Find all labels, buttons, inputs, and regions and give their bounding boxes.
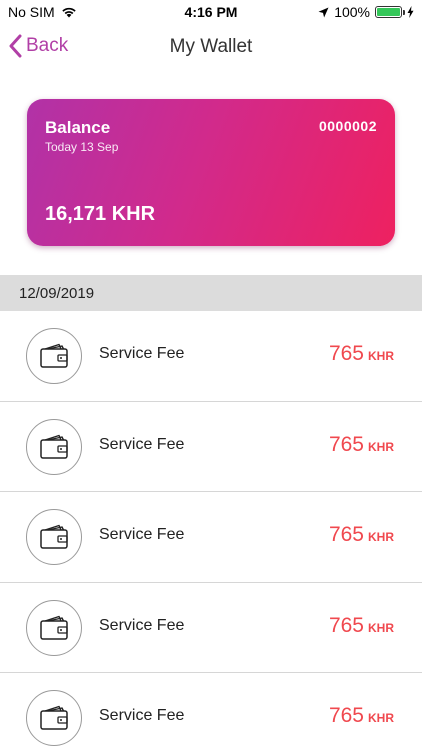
balance-card[interactable]: Balance Today 13 Sep 0000002 16,171 KHR: [27, 99, 395, 246]
wallet-number: 0000002: [318, 118, 377, 134]
carrier-label: No SIM: [8, 4, 55, 20]
transaction-currency: KHR: [368, 439, 394, 454]
wallet-icon: [26, 599, 82, 656]
balance-title: Balance: [45, 118, 111, 137]
battery-percent: 100%: [334, 4, 370, 20]
page-title: My Wallet: [169, 36, 253, 57]
wifi-icon: [61, 7, 76, 18]
transaction-row[interactable]: Service Fee 765 KHR: [0, 311, 422, 402]
transaction-currency: KHR: [368, 620, 394, 635]
transaction-label: Service Fee: [99, 707, 185, 724]
transaction-row[interactable]: Service Fee 765 KHR: [0, 583, 422, 673]
balance-date: Today 13 Sep: [45, 140, 119, 154]
transaction-value: 765: [328, 704, 364, 727]
transaction-label: Service Fee: [99, 526, 185, 543]
transaction-label: Service Fee: [99, 435, 185, 453]
date-section-label: 12/09/2019: [19, 284, 95, 302]
wallet-icon: [26, 690, 82, 746]
transaction-amount: 765 KHR: [329, 614, 394, 638]
wallet-icon: [26, 418, 82, 475]
date-section-header: 12/09/2019: [0, 275, 422, 311]
transaction-currency: KHR: [368, 530, 394, 544]
battery-level: [377, 8, 400, 16]
transaction-currency: KHR: [368, 711, 394, 725]
transaction-list: Service Fee 765 KHR Service Fee 765 KHR Servic…: [0, 311, 422, 750]
status-right: 100%: [318, 4, 414, 20]
transaction-value: 765: [328, 523, 364, 546]
transaction-currency: KHR: [368, 349, 394, 363]
transaction-label: Service Fee: [99, 616, 185, 634]
transaction-amount: 765 KHR: [329, 433, 394, 457]
status-left: No SIM: [8, 4, 77, 20]
balance-amount: 16,171 KHR: [45, 203, 156, 225]
battery-icon: [375, 6, 405, 18]
wallet-screen: No SIM 4:16 PM 100% Back My Wallet Balan…: [0, 0, 422, 750]
charging-icon: [407, 6, 414, 18]
transaction-value: 765: [328, 432, 364, 456]
transaction-row[interactable]: Service Fee 765 KHR: [0, 402, 422, 492]
transaction-row[interactable]: Service Fee 765 KHR: [0, 492, 422, 583]
navigation-bar: Back My Wallet: [0, 24, 422, 72]
transaction-amount: 765 KHR: [329, 523, 394, 547]
wallet-icon: [26, 328, 82, 384]
location-arrow-icon: [318, 7, 329, 17]
transaction-value: 765: [328, 613, 364, 637]
transaction-amount: 765 KHR: [329, 342, 394, 366]
transaction-amount: 765 KHR: [329, 704, 394, 728]
transaction-row[interactable]: Service Fee 765 KHR: [0, 673, 422, 750]
transaction-value: 765: [328, 342, 364, 365]
transaction-label: Service Fee: [99, 345, 185, 362]
wallet-icon: [26, 509, 82, 565]
status-bar: No SIM 4:16 PM 100%: [0, 0, 422, 24]
